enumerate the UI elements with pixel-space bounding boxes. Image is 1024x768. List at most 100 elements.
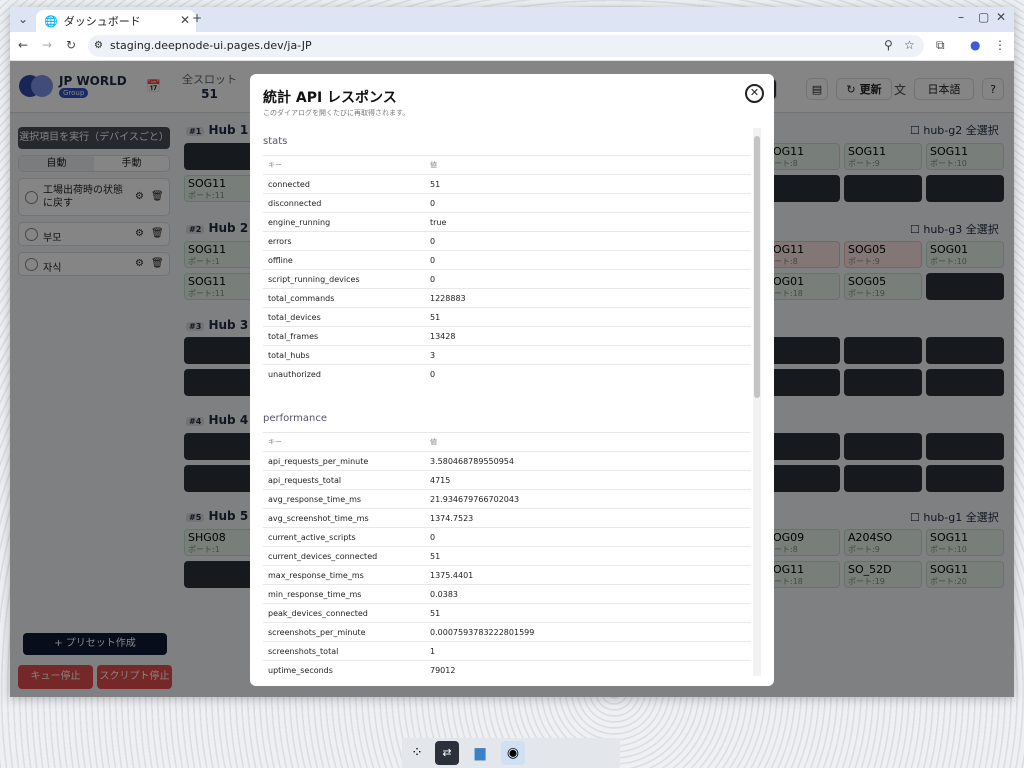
row-value: 0.0007593783222801599 [425,622,751,642]
section-title: stats [263,136,288,147]
row-key: max_response_time_ms [263,565,425,585]
bookmark-star-icon[interactable]: ☆ [904,38,915,52]
chrome-app-icon[interactable]: ◉ [501,741,525,765]
settings-app-icon[interactable]: ⇄ [435,741,459,765]
row-key: current_devices_connected [263,546,425,566]
row-key: peak_devices_connected [263,603,425,623]
row-value: 4715 [425,470,751,490]
tab-title: ダッシュボード [63,15,141,28]
reload-icon[interactable]: ↻ [66,38,76,52]
dialog-subtitle: このダイアログを開くたびに再取得されます。 [263,109,410,117]
table-row: screenshots_total 1 [263,641,751,661]
dialog-scrollbar[interactable] [753,128,761,676]
row-value: 0 [425,250,751,270]
close-window-icon[interactable]: ✕ [996,10,1006,24]
table-header-row: キー値 [263,432,751,452]
row-value: 0 [425,527,751,547]
table-row: current_devices_connected 51 [263,546,751,566]
table-row: errors 0 [263,231,751,251]
table-row: offline 0 [263,250,751,270]
row-value: 3 [425,345,751,365]
table-row: peak_devices_connected 51 [263,603,751,623]
row-value: 1 [425,641,751,661]
value-header: 値 [425,155,751,175]
row-value: 0 [425,269,751,289]
row-key: screenshots_per_minute [263,622,425,642]
menu-kebab-icon[interactable]: ⋮ [994,38,1006,52]
row-value: 51 [425,307,751,327]
row-key: screenshots_total [263,641,425,661]
row-key: uptime_seconds [263,660,425,676]
back-icon[interactable]: ← [18,38,28,52]
row-value: 3.580468789550954 [425,451,751,471]
close-tab-icon[interactable]: ✕ [180,13,190,27]
close-dialog-icon[interactable]: ✕ [745,84,764,103]
table-row: avg_screenshot_time_ms 1374.7523 [263,508,751,528]
row-key: unauthorized [263,364,425,384]
row-key: total_devices [263,307,425,327]
row-key: offline [263,250,425,270]
address-bar-row: ← → ↻ ⚙ staging.deepnode-ui.pages.dev/ja… [10,32,1014,61]
row-value: 21.934679766702043 [425,489,751,509]
extensions-icon[interactable]: ⧉ [936,38,945,53]
row-key: avg_response_time_ms [263,489,425,509]
row-value: 51 [425,546,751,566]
row-key: disconnected [263,193,425,213]
row-key: current_active_scripts [263,527,425,547]
table-header-row: キー値 [263,155,751,175]
row-key: connected [263,174,425,194]
scrollbar-thumb[interactable] [754,136,760,398]
stats-dialog: 統計 API レスポンス このダイアログを開くたびに再取得されます。 ✕ sta… [250,74,774,686]
table-row: script_running_devices 0 [263,269,751,289]
table-row: current_active_scripts 0 [263,527,751,547]
table-row: uptime_seconds 79012 [263,660,751,676]
new-tab-icon[interactable]: + [192,11,202,25]
site-info-icon[interactable]: ⚙ [94,35,103,57]
row-value: 51 [425,603,751,623]
maximize-icon[interactable]: ▢ [978,10,989,24]
row-key: errors [263,231,425,251]
row-value: 1374.7523 [425,508,751,528]
dialog-scroll-area[interactable]: stats キー値 connected 51 disconnected 0 engi… [250,128,762,676]
table-row: total_frames 13428 [263,326,751,346]
table-row: total_commands 1228883 [263,288,751,308]
launcher-icon[interactable]: ⁘ [405,741,429,765]
row-value: 0.0383 [425,584,751,604]
table-row: max_response_time_ms 1375.4401 [263,565,751,585]
key-header: キー [263,432,425,452]
table-row: connected 51 [263,174,751,194]
forward-icon[interactable]: → [42,38,52,52]
table-row: api_requests_total 4715 [263,470,751,490]
row-value: 0 [425,193,751,213]
url-field[interactable]: ⚙ staging.deepnode-ui.pages.dev/ja-JP [88,35,924,57]
row-key: api_requests_total [263,470,425,490]
row-key: total_hubs [263,345,425,365]
tab-strip: ⌄ 🌐 ダッシュボード ✕ + – ▢ ✕ [10,7,1014,32]
row-value: 0 [425,364,751,384]
row-value: 0 [425,231,751,251]
browser-tab[interactable]: 🌐 ダッシュボード ✕ [36,10,196,32]
table-row: total_hubs 3 [263,345,751,365]
row-key: engine_running [263,212,425,232]
row-value: true [425,212,751,232]
row-key: total_commands [263,288,425,308]
table-row: screenshots_per_minute 0.0007593783222801… [263,622,751,642]
zoom-icon[interactable]: ⚲ [884,38,893,52]
profile-icon[interactable]: ● [970,38,980,52]
table-row: avg_response_time_ms 21.934679766702043 [263,489,751,509]
key-header: キー [263,155,425,175]
dialog-title: 統計 API レスポンス [263,90,397,106]
table-row: min_response_time_ms 0.0383 [263,584,751,604]
minimize-icon[interactable]: – [958,10,964,24]
value-header: 値 [425,432,751,452]
row-value: 1375.4401 [425,565,751,585]
row-key: min_response_time_ms [263,584,425,604]
row-key: api_requests_per_minute [263,451,425,471]
stats-table: キー値 connected 51 disconnected 0 engine_run… [263,155,751,384]
tab-list-chevron-icon[interactable]: ⌄ [18,12,28,26]
files-app-icon[interactable]: ▆ [468,741,492,765]
globe-icon: 🌐 [44,14,58,28]
table-row: total_devices 51 [263,307,751,327]
row-value: 79012 [425,660,751,676]
row-key: script_running_devices [263,269,425,289]
